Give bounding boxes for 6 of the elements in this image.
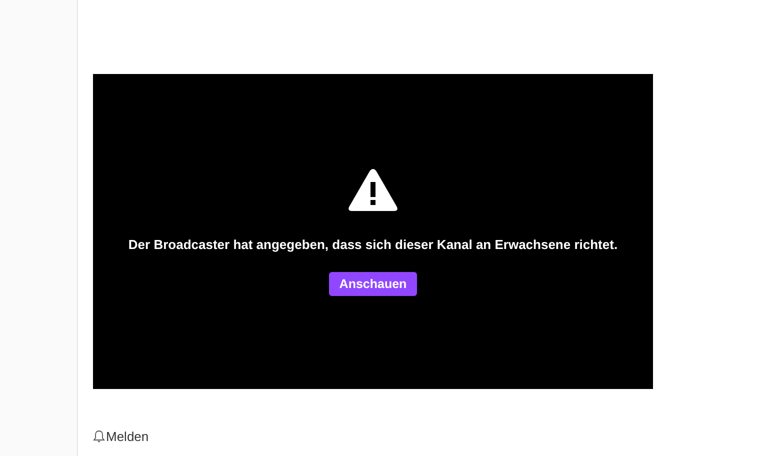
report-label: Melden — [106, 429, 149, 444]
watch-button[interactable]: Anschauen — [329, 272, 417, 296]
warning-icon — [347, 167, 399, 213]
age-warning-message: Der Broadcaster hat angegeben, dass sich dieser Kanal an Erwachsene richtet. — [128, 237, 618, 252]
report-link[interactable]: Melden — [93, 429, 149, 444]
bell-icon — [93, 430, 105, 443]
